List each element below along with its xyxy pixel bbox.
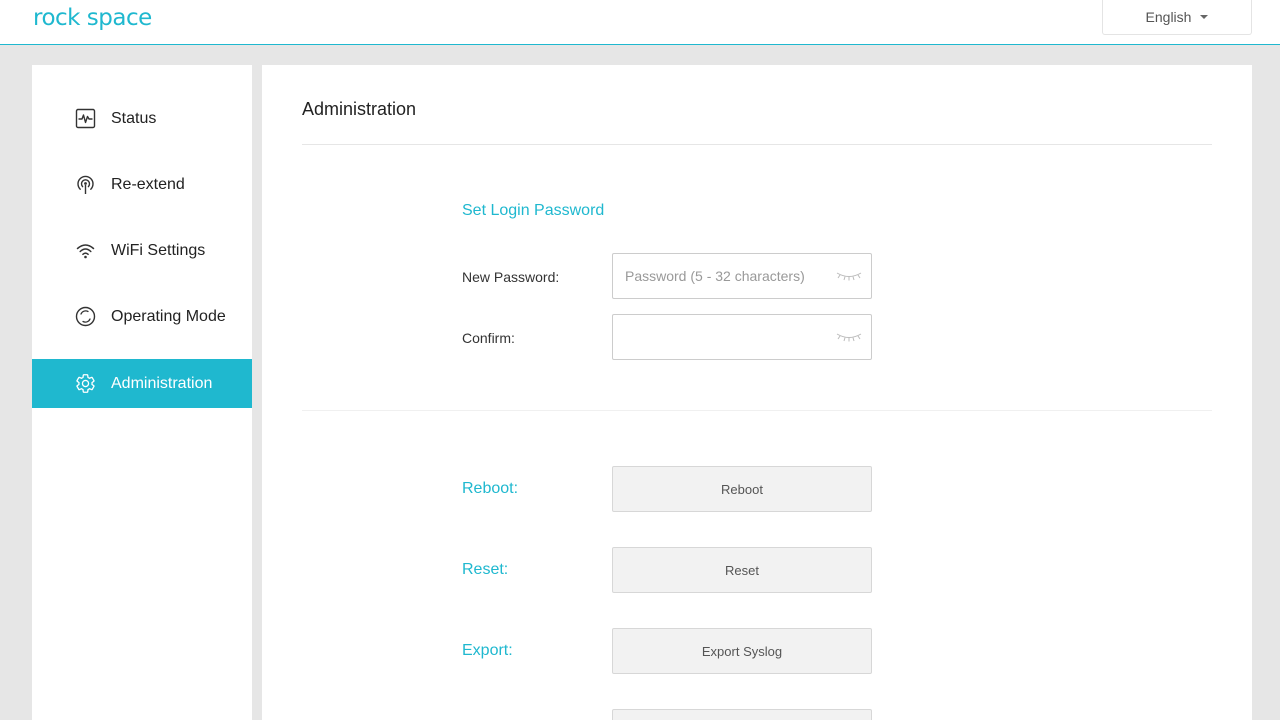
sidebar-item-wifi-settings[interactable]: WiFi Settings [32,226,252,275]
confirm-password-input[interactable] [613,315,828,359]
reboot-button[interactable]: Reboot [612,466,872,512]
gear-icon [76,374,95,393]
sidebar-item-status[interactable]: Status [32,94,252,143]
partial-button[interactable] [612,709,872,720]
confirm-label: Confirm: [462,330,515,346]
antenna-icon [77,175,94,194]
title-divider [302,144,1212,145]
language-selector[interactable]: English [1102,0,1252,35]
sidebar-item-label: Administration [111,375,213,392]
caret-down-icon [1200,14,1209,19]
main-panel: Administration Set Login Password New Pa… [262,65,1252,720]
new-password-field-wrap [612,253,872,299]
sidebar-item-label: Re-extend [111,176,185,193]
sidebar-item-label: Status [111,110,157,127]
operating-mode-icon [75,306,96,327]
page-title: Administration [302,99,417,119]
wifi-icon [76,244,95,259]
new-password-input[interactable] [613,254,828,298]
reboot-label: Reboot: [462,480,519,497]
new-password-label: New Password: [462,269,560,285]
language-label: English [1145,8,1192,25]
top-header: rock space English [0,0,1280,45]
sidebar: Status Re-extend WiFi Settings Operating… [32,65,252,720]
set-login-password-title: Set Login Password [462,202,605,219]
sidebar-item-administration[interactable]: Administration [32,359,252,408]
export-label: Export: [462,642,513,659]
sidebar-item-operating-mode[interactable]: Operating Mode [32,292,252,341]
rock-space-logo[interactable]: rock space [33,3,152,33]
reset-label: Reset: [462,561,509,578]
reset-button[interactable]: Reset [612,547,872,593]
eye-closed-icon[interactable] [835,330,863,344]
eye-closed-icon[interactable] [835,269,863,283]
export-syslog-button[interactable]: Export Syslog [612,628,872,674]
confirm-field-wrap [612,314,872,360]
section-divider [302,410,1212,411]
sidebar-item-label: Operating Mode [111,308,226,325]
status-pulse-icon [75,108,96,129]
sidebar-item-label: WiFi Settings [111,242,206,259]
sidebar-item-re-extend[interactable]: Re-extend [32,160,252,209]
